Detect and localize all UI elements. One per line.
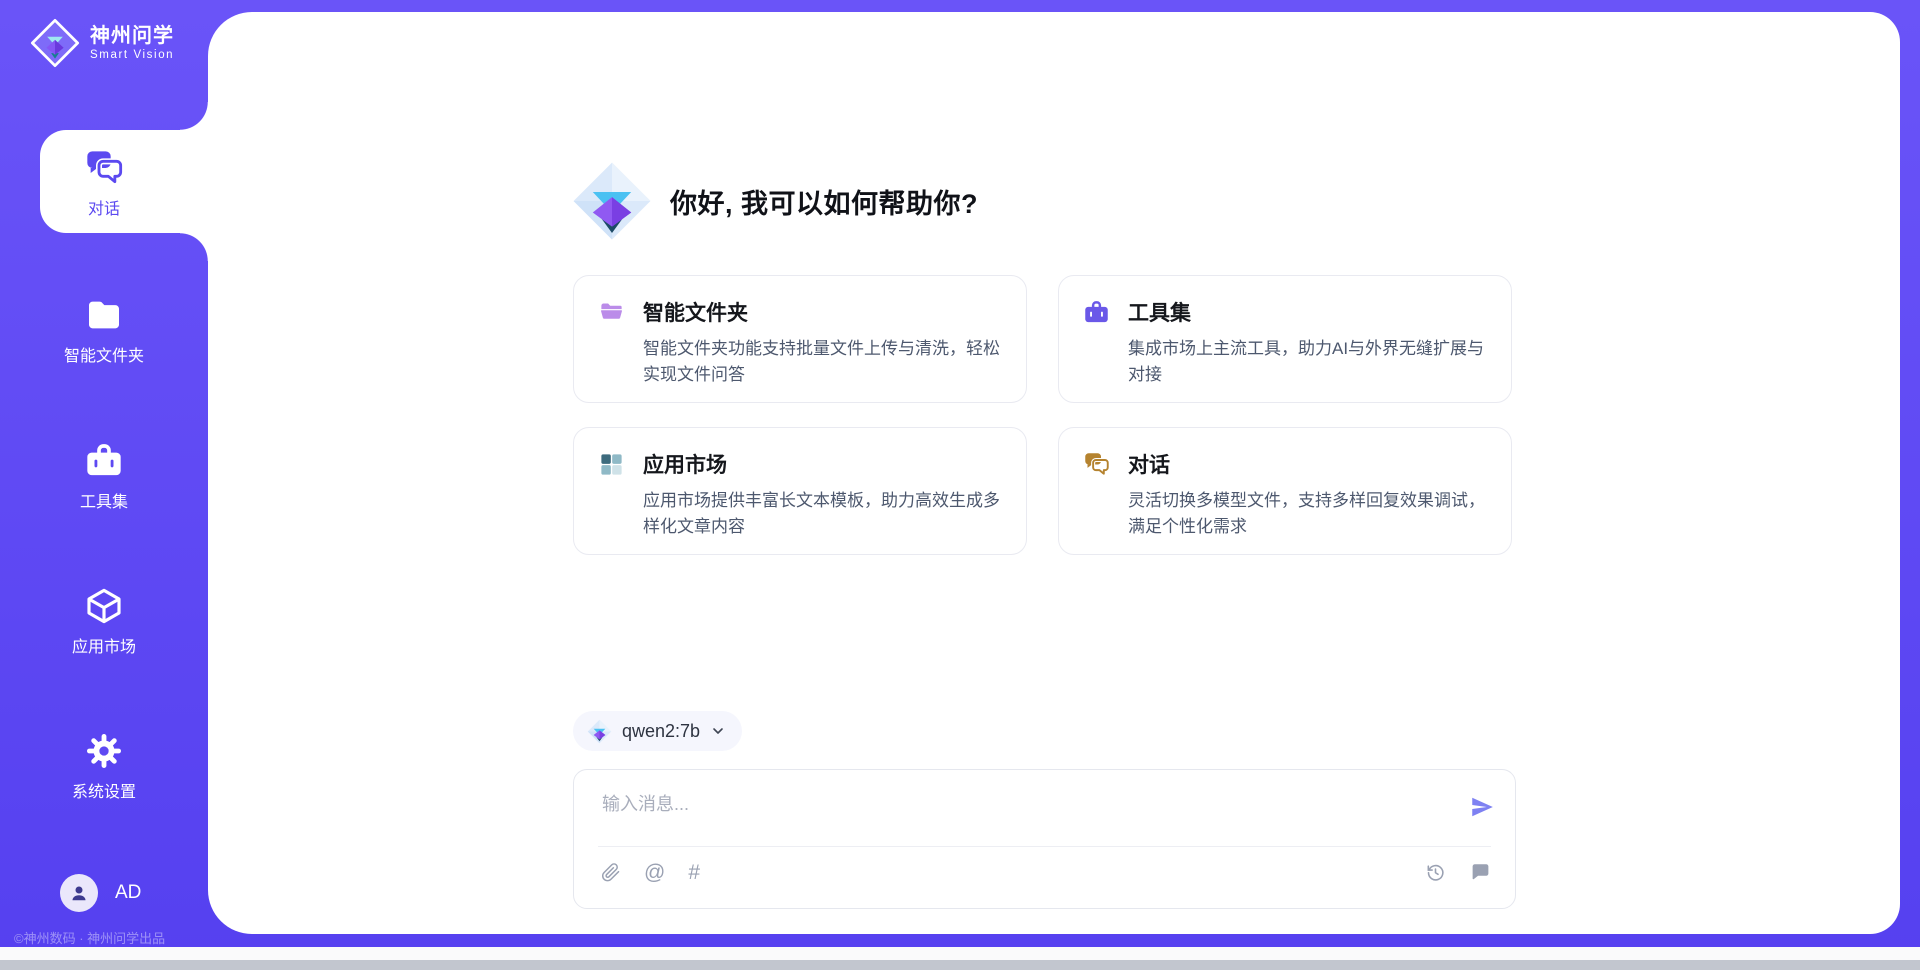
card-toolset[interactable]: 工具集 集成市场上主流工具，助力AI与外界无缝扩展与对接 xyxy=(1058,275,1512,403)
hashtag-button[interactable]: # xyxy=(688,862,700,883)
feature-cards: 智能文件夹 智能文件夹功能支持批量文件上传与清洗，轻松实现文件问答 工具集 集成… xyxy=(573,275,1512,555)
brand-name: 神州问学 xyxy=(90,25,174,47)
sidebar-item-chat[interactable]: 对话 xyxy=(0,148,208,219)
brand-logo-icon xyxy=(30,18,80,68)
tab-fillet-bottom xyxy=(180,233,208,261)
sidebar-item-label: 智能文件夹 xyxy=(64,342,144,366)
card-title: 应用市场 xyxy=(643,449,727,479)
chevron-down-icon xyxy=(710,723,726,739)
send-button[interactable] xyxy=(1469,794,1495,820)
brand-block: 神州问学 Smart Vision xyxy=(30,18,174,68)
page-bottom-scrollbar[interactable] xyxy=(0,960,1920,970)
brand-subtitle: Smart Vision xyxy=(90,49,174,61)
model-name: qwen2:7b xyxy=(622,721,700,742)
greeting-text: 你好, 我可以如何帮助你? xyxy=(670,182,978,221)
folder-open-icon xyxy=(598,299,625,326)
sidebar: 神州问学 Smart Vision 对话 智能文件夹 工具集 应用市场 系统设置 xyxy=(0,0,208,947)
copyright-text: ©神州数码 · 神州问学出品 xyxy=(14,928,224,947)
card-app-market[interactable]: 应用市场 应用市场提供丰富长文本模板，助力高效生成多样化文章内容 xyxy=(573,427,1027,555)
sidebar-item-app-market[interactable]: 应用市场 xyxy=(0,586,208,657)
sidebar-item-smart-folder[interactable]: 智能文件夹 xyxy=(0,295,208,366)
paperclip-icon xyxy=(600,862,621,883)
tab-fillet-top xyxy=(180,102,208,130)
page-bottom-strip xyxy=(0,947,1920,960)
model-selector[interactable]: qwen2:7b xyxy=(573,711,742,751)
person-icon xyxy=(67,881,91,905)
card-title: 工具集 xyxy=(1128,297,1191,327)
sidebar-item-toolset[interactable]: 工具集 xyxy=(0,441,208,512)
card-description: 应用市场提供丰富长文本模板，助力高效生成多样化文章内容 xyxy=(598,488,1004,539)
model-gem-icon xyxy=(587,719,612,744)
card-chat[interactable]: 对话 灵活切换多模型文件，支持多样回复效果调试，满足个性化需求 xyxy=(1058,427,1512,555)
sidebar-item-label: 系统设置 xyxy=(72,778,136,802)
avatar xyxy=(60,874,98,912)
card-smart-folder[interactable]: 智能文件夹 智能文件夹功能支持批量文件上传与清洗，轻松实现文件问答 xyxy=(573,275,1027,403)
folder-icon xyxy=(84,295,124,335)
briefcase-icon xyxy=(84,441,124,481)
card-title: 智能文件夹 xyxy=(643,297,748,327)
message-bubble-icon xyxy=(1470,862,1491,883)
input-divider xyxy=(598,846,1491,847)
user-profile[interactable]: AD xyxy=(60,874,141,912)
chat-bubbles-icon xyxy=(84,148,124,188)
greeting-block: 你好, 我可以如何帮助你? xyxy=(571,160,978,242)
input-toolbar: @ # xyxy=(600,862,1491,883)
grid-icon xyxy=(598,451,625,478)
sidebar-item-label: 对话 xyxy=(88,195,120,219)
history-clock-icon xyxy=(1425,862,1446,883)
user-initials: AD xyxy=(115,882,141,904)
app-root: 神州问学 Smart Vision 对话 智能文件夹 工具集 应用市场 系统设置 xyxy=(0,0,1920,970)
main-panel: 你好, 我可以如何帮助你? 智能文件夹 智能文件夹功能支持批量文件上传与清洗，轻… xyxy=(208,12,1900,934)
cube-icon xyxy=(84,586,124,626)
send-icon xyxy=(1469,794,1495,820)
card-description: 智能文件夹功能支持批量文件上传与清洗，轻松实现文件问答 xyxy=(598,336,1004,387)
mention-button[interactable]: @ xyxy=(644,862,665,883)
message-input[interactable] xyxy=(600,788,1424,840)
sidebar-item-settings[interactable]: 系统设置 xyxy=(0,731,208,802)
card-description: 灵活切换多模型文件，支持多样回复效果调试，满足个性化需求 xyxy=(1083,488,1489,539)
chat-bubbles-icon xyxy=(1083,451,1110,478)
briefcase-icon xyxy=(1083,299,1110,326)
new-chat-button[interactable] xyxy=(1470,862,1491,883)
message-input-box: @ # xyxy=(573,769,1516,909)
attachment-button[interactable] xyxy=(600,862,621,883)
card-title: 对话 xyxy=(1128,449,1170,479)
history-button[interactable] xyxy=(1425,862,1446,883)
gear-icon xyxy=(84,731,124,771)
sidebar-item-label: 工具集 xyxy=(80,488,128,512)
card-description: 集成市场上主流工具，助力AI与外界无缝扩展与对接 xyxy=(1083,336,1489,387)
assistant-gem-icon xyxy=(571,160,653,242)
sidebar-item-label: 应用市场 xyxy=(72,633,136,657)
